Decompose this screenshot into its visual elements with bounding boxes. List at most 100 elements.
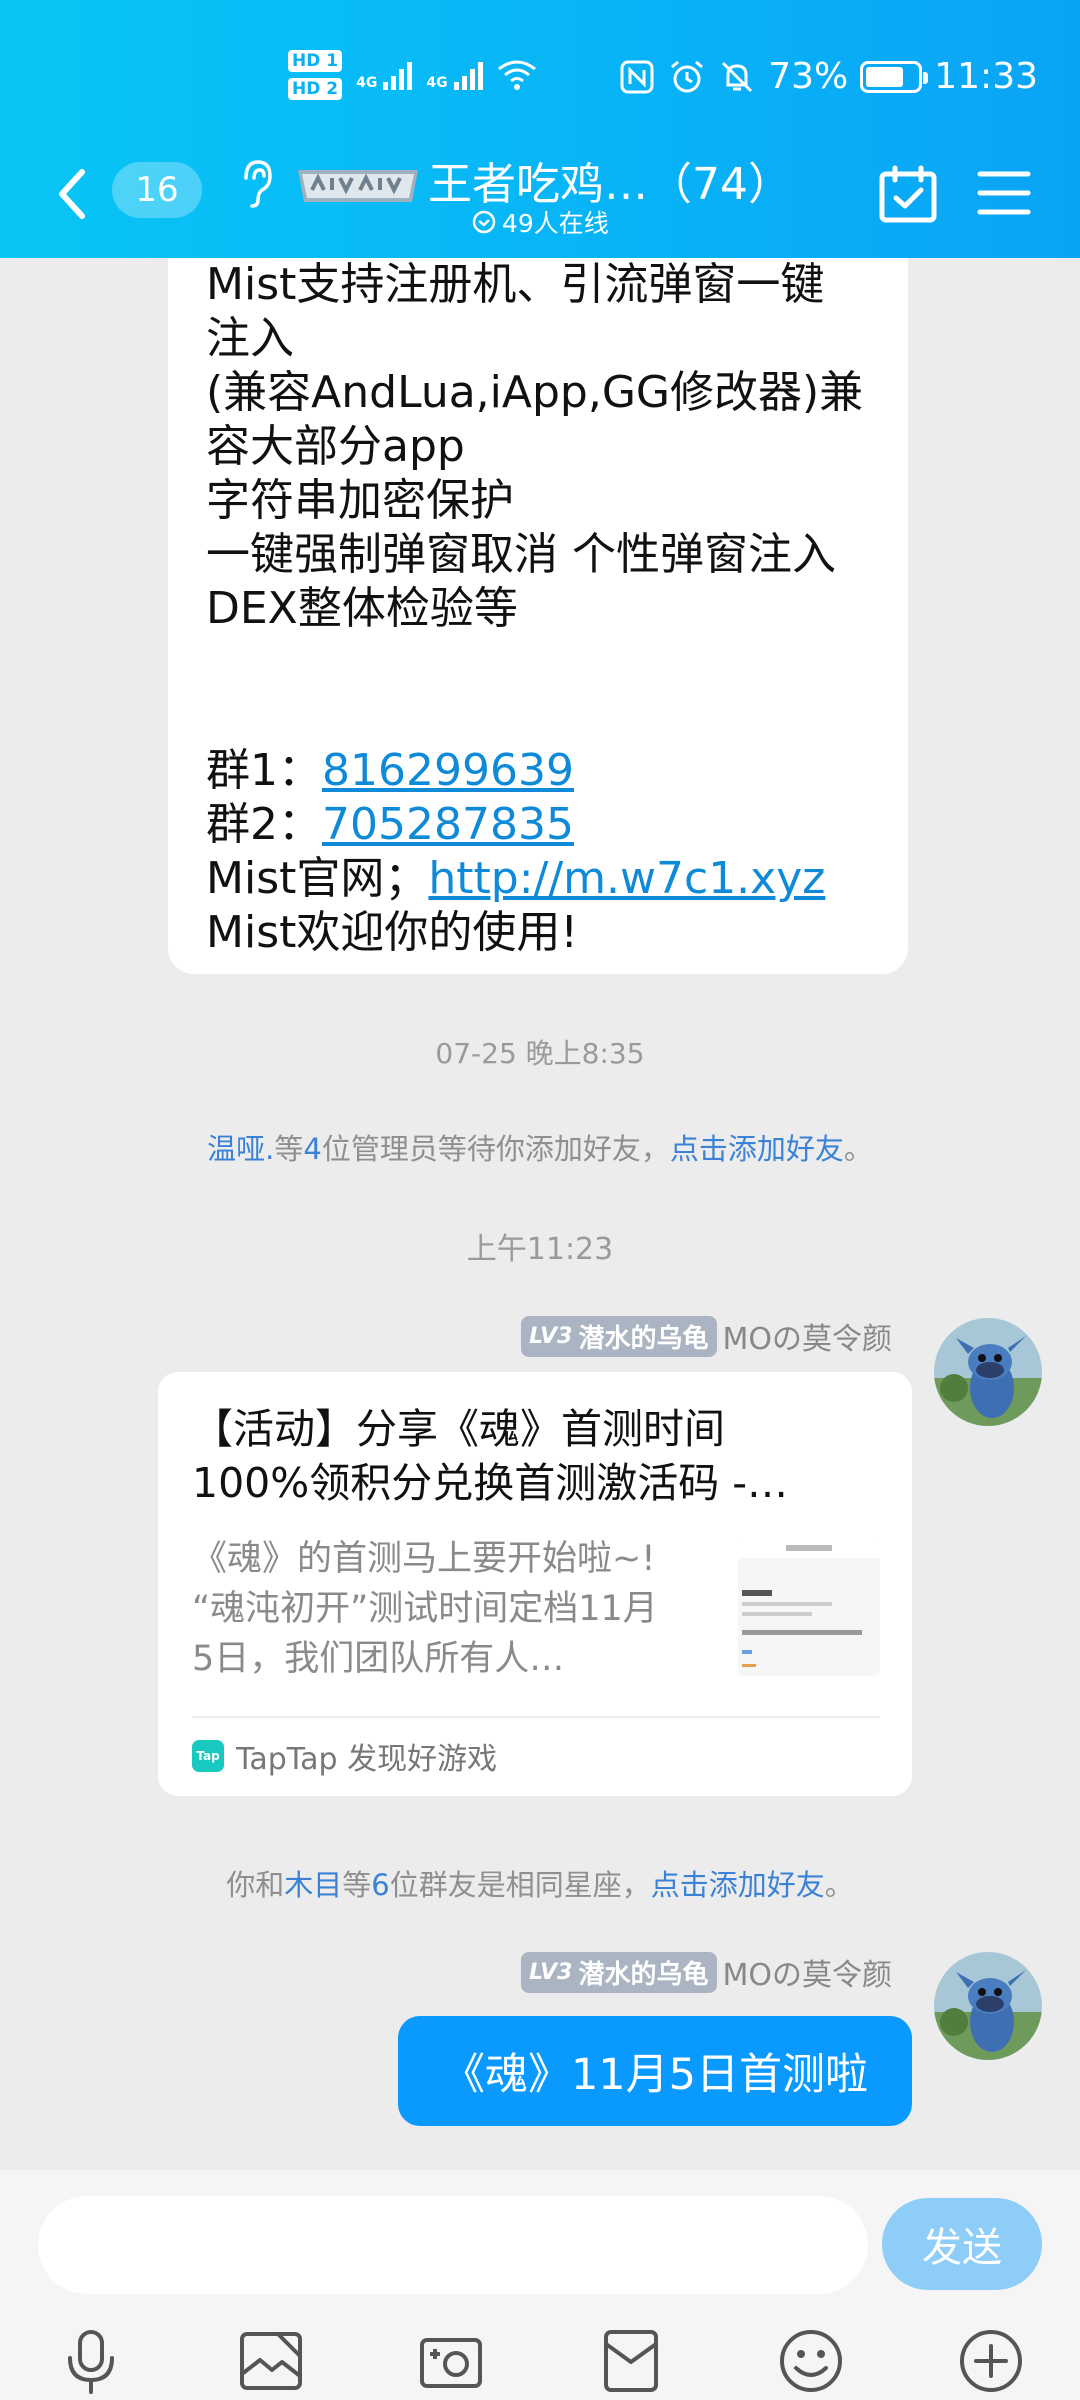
status-right: 73% 11:33	[618, 56, 1038, 97]
chat-area[interactable]: Mist支持注册机、引流弹窗一键 注入 (兼容AndLua,iApp,GG修改器…	[0, 258, 1080, 2170]
card-source: Tap TapTap 发现好游戏	[192, 1734, 497, 1778]
alarm-icon	[671, 60, 704, 92]
hd2-badge: HD 2	[288, 78, 343, 100]
input-toolbar	[0, 2322, 1080, 2400]
sender-meta: LV3 潜水的乌龟 MOの莫令颜	[521, 1950, 892, 1994]
emoji-icon[interactable]	[776, 2326, 846, 2396]
add-friend-link[interactable]: 点击添加好友	[651, 1868, 825, 1902]
clock: 11:33	[934, 56, 1038, 97]
taptap-icon: Tap	[192, 1740, 224, 1772]
zodiac-mid: 等	[342, 1868, 372, 1902]
signal-1: 4G	[356, 60, 413, 91]
zodiac-notice: 你和木目等6位群友是相同星座，点击添加好友。	[0, 1862, 1080, 1904]
battery-percent: 73%	[768, 56, 849, 97]
calendar-check-icon[interactable]	[878, 164, 938, 226]
card-desc-line: 《魂》的首测马上要开始啦~!	[192, 1539, 656, 1579]
card-thumbnail	[738, 1538, 880, 1676]
hd1-badge: HD 1	[288, 50, 343, 72]
bubble-line: 字符串加密保护	[206, 475, 514, 526]
back-chevron-icon[interactable]	[52, 164, 92, 224]
bubble-line: (兼容AndLua,iApp,GG修改器)兼	[206, 367, 864, 418]
admin-name-link[interactable]: 温哑.	[207, 1132, 274, 1166]
welcome-line: Mist欢迎你的使用!	[206, 907, 579, 958]
wifi-icon	[497, 60, 536, 90]
site-label: Mist官网；	[206, 853, 429, 904]
level-label: LV3	[529, 1323, 573, 1349]
online-check-icon	[472, 210, 496, 234]
unread-count-badge[interactable]: 16	[112, 162, 202, 218]
member-name-link[interactable]: 木目	[284, 1868, 342, 1902]
mute-icon	[722, 61, 753, 92]
card-title-line: 100%领积分兑换首测激活码 -…	[192, 1459, 789, 1507]
level-label: LV3	[529, 1959, 573, 1985]
microphone-icon[interactable]	[56, 2326, 126, 2396]
bubble-line: 注入	[206, 313, 294, 364]
member-title-badge[interactable]: LV3 潜水的乌龟	[521, 1951, 717, 1993]
zodiac-text: 位群友是相同星座，	[389, 1868, 651, 1902]
menu-icon[interactable]	[976, 168, 1032, 218]
member-count: 6	[371, 1868, 390, 1902]
ear-mode-icon[interactable]	[236, 156, 276, 212]
member-title: 潜水的乌龟	[578, 1323, 709, 1354]
battery-fill	[866, 66, 904, 87]
group1-label: 群1：	[206, 745, 322, 796]
signal-bars-2-icon	[453, 60, 483, 90]
plus-icon[interactable]	[956, 2326, 1026, 2396]
message-input[interactable]	[38, 2196, 868, 2294]
timestamp: 上午11:23	[466, 1232, 614, 1267]
my-message-bubble[interactable]: 《魂》11月5日首测啦	[398, 2016, 912, 2126]
shared-link-card[interactable]: 【活动】分享《魂》首测时间 100%领积分兑换首测激活码 -… 《魂》的首测马上…	[158, 1372, 912, 1796]
chat-nav-bar: 16 王者吃鸡…（74） 49人在线	[0, 140, 1080, 258]
admin-notice-end: 。	[843, 1132, 873, 1166]
bubble-spacer	[206, 636, 884, 744]
sender-meta: LV3 潜水的乌龟 MOの莫令颜	[521, 1314, 892, 1358]
bubble-line: 一键强制弹窗取消 个性弹窗注入	[206, 529, 836, 580]
sender-name[interactable]: MOの莫令颜	[723, 1950, 893, 1994]
group2-link[interactable]: 705287835	[322, 799, 574, 850]
image-icon[interactable]	[236, 2326, 306, 2396]
bubble-line: Mist支持注册机、引流弹窗一键	[206, 259, 825, 310]
online-status[interactable]: 49人在线	[472, 204, 609, 240]
avatar[interactable]	[934, 1318, 1042, 1426]
red-packet-icon[interactable]	[596, 2326, 666, 2396]
group-logo	[298, 170, 418, 202]
avatar[interactable]	[934, 1952, 1042, 2060]
status-bar: HD 1 HD 2 4G 4G 73% 11:33	[0, 0, 1080, 160]
send-button[interactable]: 发送	[882, 2198, 1042, 2290]
bubble-line: 容大部分app	[206, 421, 465, 472]
message-bubble-mist[interactable]: Mist支持注册机、引流弹窗一键 注入 (兼容AndLua,iApp,GG修改器…	[168, 258, 908, 974]
timestamp: 07-25 晚上8:35	[435, 1037, 645, 1070]
card-title-line: 【活动】分享《魂》首测时间	[192, 1405, 725, 1453]
camera-icon[interactable]	[416, 2326, 486, 2396]
battery-icon	[860, 60, 929, 93]
admin-notice: 温哑.等4位管理员等待你添加好友，点击添加好友。	[0, 1126, 1080, 1168]
member-title-badge[interactable]: LV3 潜水的乌龟	[521, 1315, 717, 1357]
admin-count: 4	[303, 1132, 322, 1166]
admin-notice-text: 位管理员等待你添加好友，	[321, 1132, 670, 1166]
card-desc-line: 5日，我们团队所有人…	[192, 1639, 565, 1679]
sender-name[interactable]: MOの莫令颜	[723, 1314, 893, 1358]
zodiac-pre: 你和	[226, 1868, 285, 1902]
bubble-line: DEX整体检验等	[206, 583, 518, 634]
card-title: 【活动】分享《魂》首测时间 100%领积分兑换首测激活码 -…	[192, 1402, 882, 1510]
header: HD 1 HD 2 4G 4G 73% 11:33 16 王者吃鸡…（74） 4…	[0, 0, 1080, 258]
card-divider	[192, 1716, 880, 1718]
signal-2: 4G	[426, 60, 483, 90]
status-left: HD 1 HD 2 4G 4G	[288, 50, 537, 100]
hd-indicators: HD 1 HD 2	[288, 50, 343, 100]
group2-line: 群2：705287835	[206, 798, 884, 852]
site-link[interactable]: http://m.w7c1.xyz	[428, 853, 825, 904]
group1-link[interactable]: 816299639	[322, 745, 574, 796]
member-title: 潜水的乌龟	[578, 1959, 709, 1990]
input-area: 发送	[0, 2170, 1080, 2400]
group2-label: 群2：	[206, 799, 322, 850]
network-type-1: 4G	[356, 75, 378, 91]
nfc-icon	[620, 60, 654, 93]
site-line: Mist官网；http://m.w7c1.xyz	[206, 852, 884, 906]
add-friend-link[interactable]: 点击添加好友	[670, 1132, 844, 1166]
online-count: 49人在线	[502, 209, 609, 238]
group1-line: 群1：816299639	[206, 744, 884, 798]
group-title[interactable]: 王者吃鸡…（74）	[428, 148, 792, 212]
admin-notice-pre: 等	[274, 1132, 304, 1166]
card-desc-line: “魂沌初开”测试时间定档11月	[192, 1589, 658, 1629]
